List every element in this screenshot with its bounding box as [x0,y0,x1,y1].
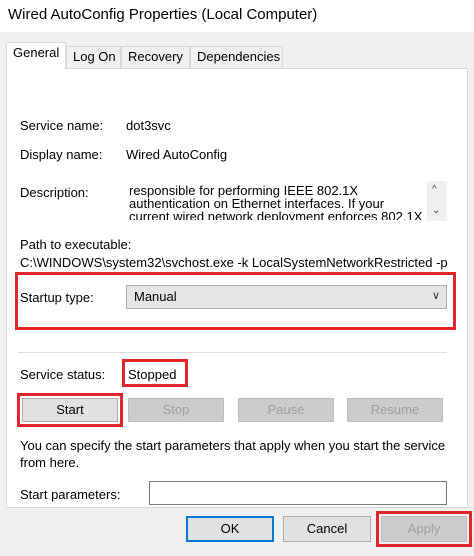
dialog-body: General Log On Recovery Dependencies Ser… [0,32,474,556]
ok-button[interactable]: OK [186,516,274,542]
cancel-button[interactable]: Cancel [283,516,371,542]
service-status-label: Service status: [20,367,106,382]
description-scrollbar[interactable]: ^ ⌄ [427,181,447,221]
divider [18,352,447,353]
display-name-label: Display name: [20,147,103,162]
path-value: C:\WINDOWS\system32\svchost.exe -k Local… [20,255,448,270]
description-text: responsible for performing IEEE 802.1X a… [129,183,423,221]
start-params-hint: You can specify the start parameters tha… [20,438,446,470]
service-status-highlight [122,359,188,387]
startup-type-highlight [15,272,456,330]
service-name-label: Service name: [20,118,104,133]
title-bar[interactable]: Wired AutoConfig Properties (Local Compu… [0,0,474,32]
start-params-label: Start parameters: [20,487,121,502]
description-label: Description: [20,185,89,200]
general-tab-panel: Service name: dot3svc Display name: Wire… [6,68,468,508]
start-button-highlight [17,393,123,427]
tab-general[interactable]: General [6,42,66,69]
description-box[interactable]: responsible for performing IEEE 802.1X a… [126,181,448,221]
pause-button[interactable]: Pause [238,398,334,422]
display-name-value: Wired AutoConfig [126,147,228,162]
stop-button[interactable]: Stop [128,398,224,422]
tab-dependencies[interactable]: Dependencies [190,46,283,68]
resume-button[interactable]: Resume [347,398,443,422]
apply-button-highlight [376,511,472,547]
start-params-input[interactable] [149,481,447,505]
tab-recovery[interactable]: Recovery [121,46,190,68]
scroll-down-icon[interactable]: ⌄ [432,205,440,216]
path-label: Path to executable: [20,237,132,252]
service-name-value: dot3svc [126,118,171,133]
window-title: Wired AutoConfig Properties (Local Compu… [8,6,318,23]
tab-log-on[interactable]: Log On [66,46,121,68]
scroll-up-icon[interactable]: ^ [432,184,437,195]
